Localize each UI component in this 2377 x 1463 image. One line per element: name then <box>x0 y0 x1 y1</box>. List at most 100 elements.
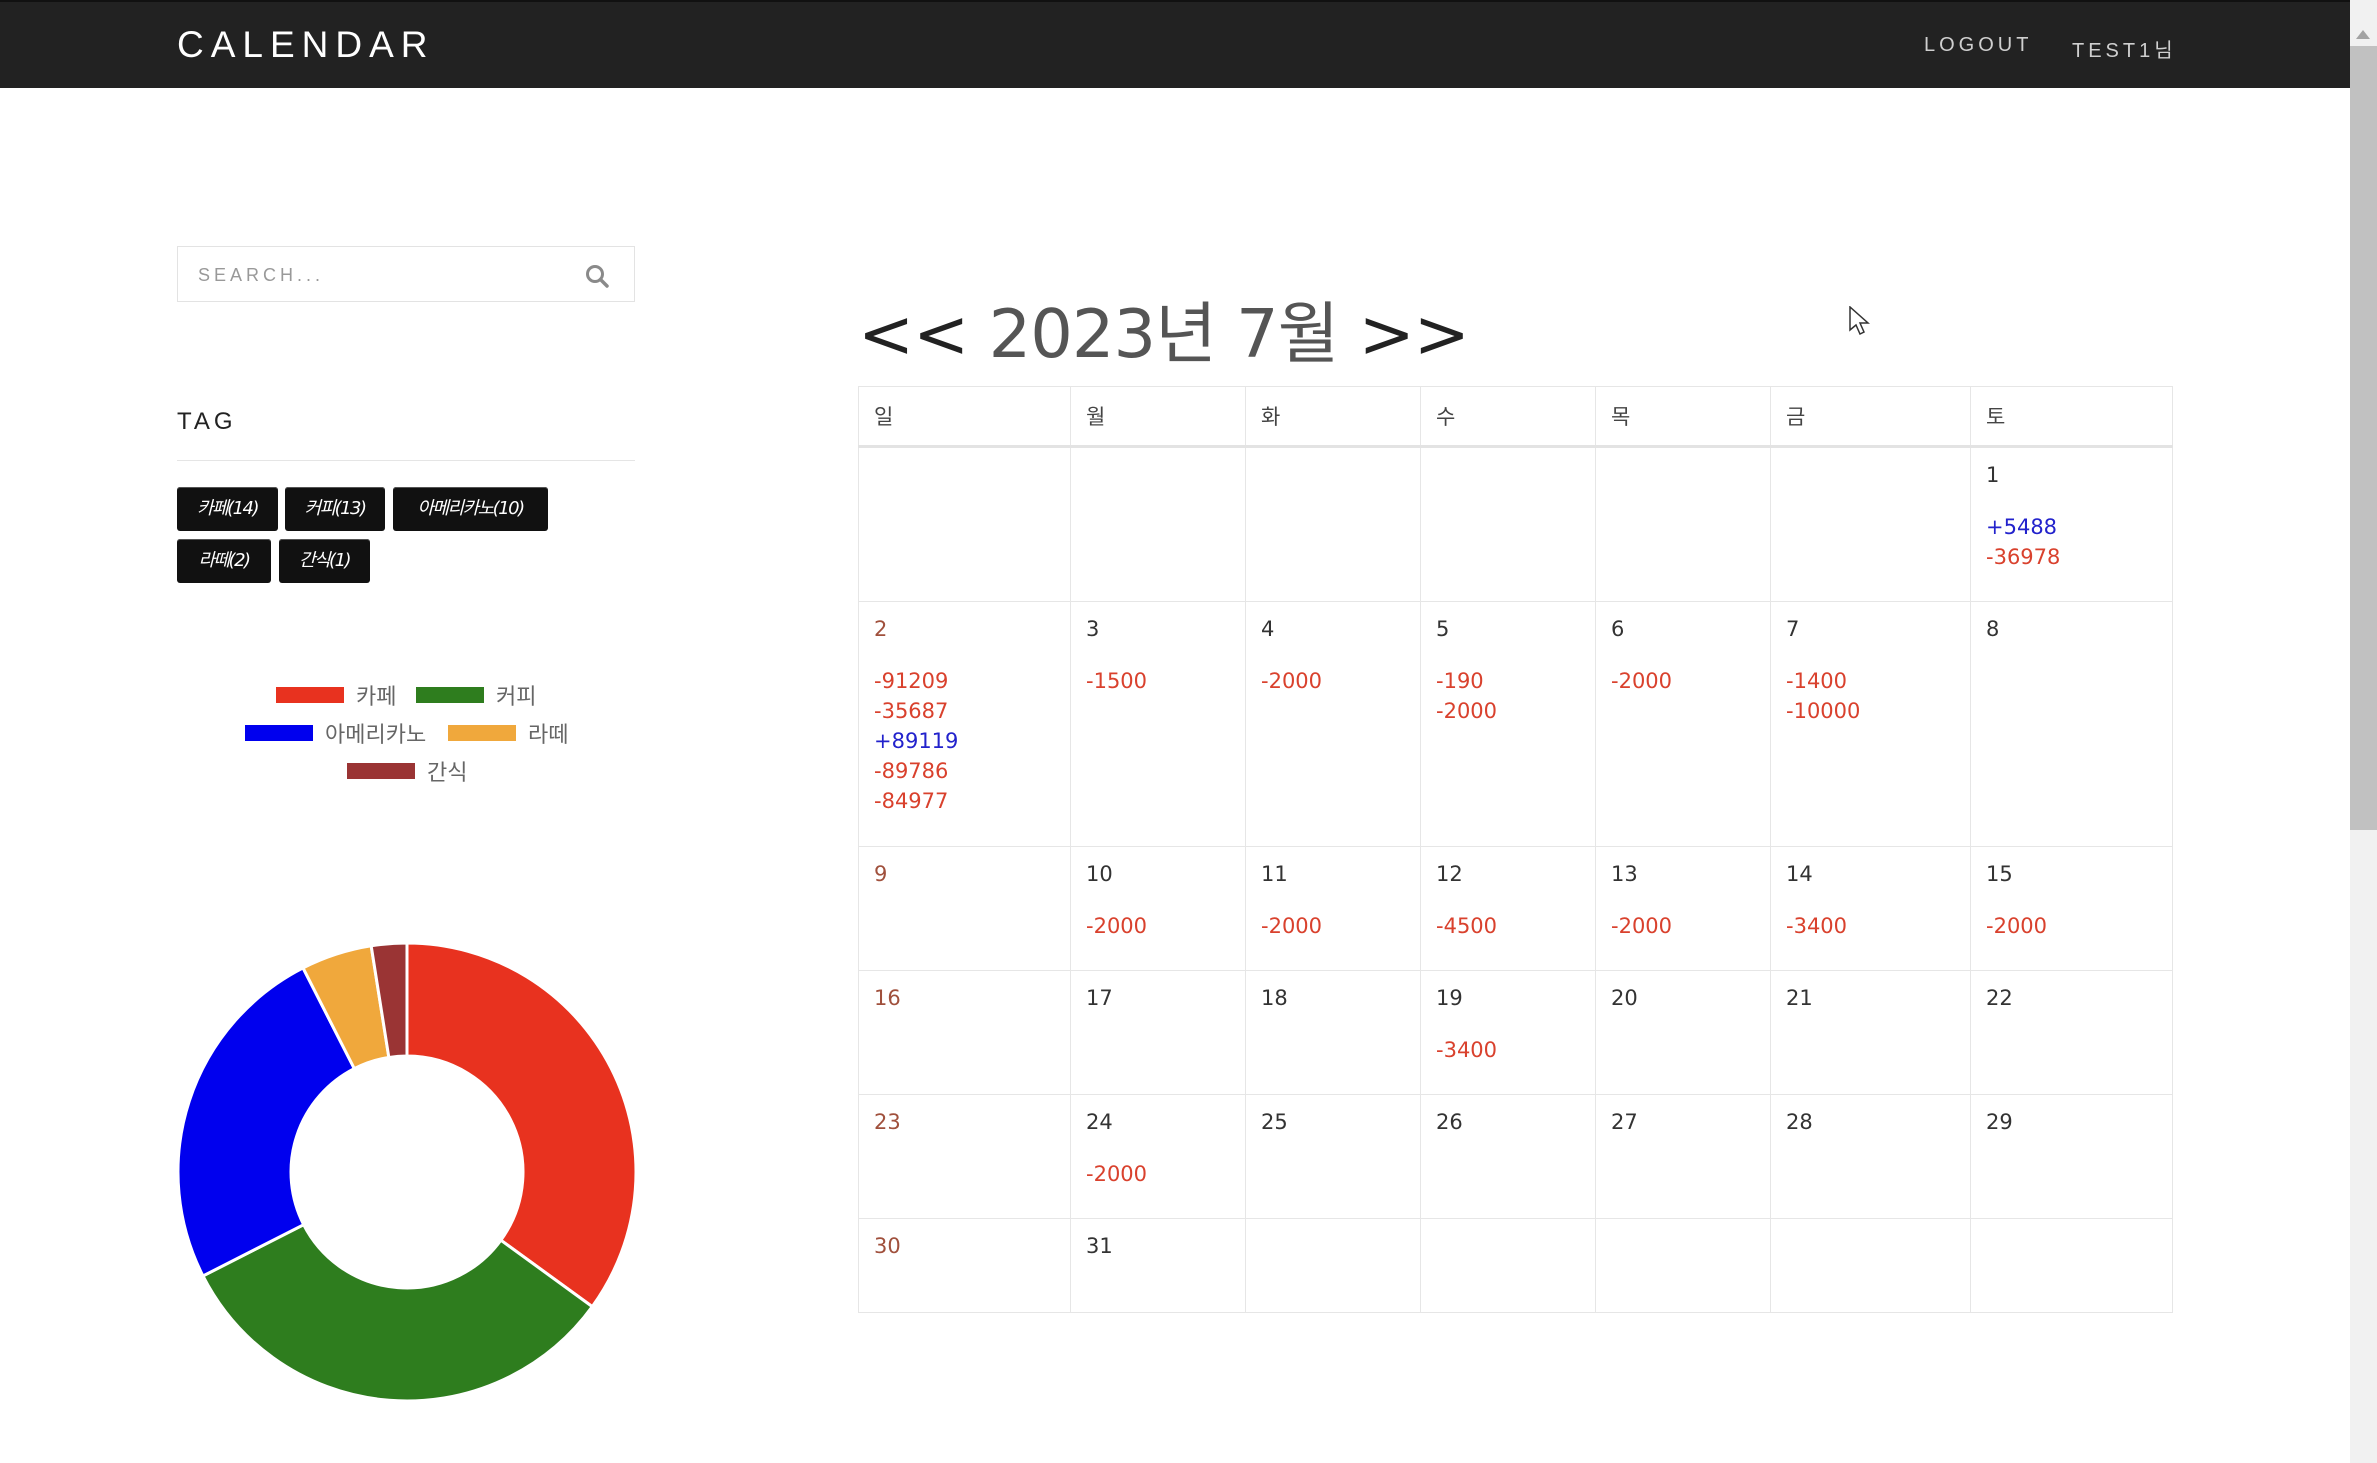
search-input[interactable] <box>196 260 560 290</box>
brand-logo[interactable]: CALENDAR <box>177 24 435 66</box>
expense-entry[interactable]: -1400 <box>1786 666 1970 696</box>
income-entry[interactable]: +5488 <box>1986 512 2172 542</box>
donut-slice-cafe[interactable] <box>405 941 638 1309</box>
calendar-day-cell[interactable]: 13 -2000 <box>1595 846 1771 971</box>
legend-label-latte[interactable]: 라떼 <box>528 717 568 749</box>
calendar-day-cell[interactable]: 10 -2000 <box>1070 846 1246 971</box>
calendar-week-row: 9 10 -2000 11 -2000 12 -4500 13 -2000 14 -3400 15 -2… <box>858 846 2173 971</box>
day-number: 29 <box>1986 1110 2013 1134</box>
calendar-day-cell[interactable]: 3 -1500 <box>1070 601 1246 847</box>
calendar-day-cell <box>1070 446 1246 602</box>
calendar-day-cell[interactable]: 4 -2000 <box>1245 601 1421 847</box>
calendar-day-cell[interactable]: 6 -2000 <box>1595 601 1771 847</box>
tag-americano[interactable]: 아메리카노(10) <box>393 487 548 531</box>
legend-swatch-snack[interactable] <box>347 763 415 779</box>
expense-entry[interactable]: -3400 <box>1786 911 1970 941</box>
day-number: 8 <box>1986 617 2000 641</box>
tag-divider <box>177 460 635 461</box>
expense-entry[interactable]: -3400 <box>1436 1035 1595 1065</box>
day-number: 25 <box>1261 1110 1288 1134</box>
calendar-day-cell[interactable]: 18 <box>1245 970 1421 1095</box>
expense-entry[interactable]: -84977 <box>874 786 1070 816</box>
weekday-header: 토 <box>1970 386 2173 448</box>
calendar-day-cell[interactable]: 2 -91209 -35687 +89119 -89786 -84977 <box>858 601 1071 847</box>
logout-link[interactable]: LOGOUT <box>1924 34 2032 57</box>
calendar-day-cell[interactable]: 25 <box>1245 1094 1421 1219</box>
calendar-day-cell[interactable]: 11 -2000 <box>1245 846 1421 971</box>
user-menu-link[interactable]: TEST1님 <box>2072 34 2177 63</box>
search-icon[interactable] <box>584 263 610 289</box>
day-number: 2 <box>874 617 888 641</box>
calendar-day-cell[interactable]: 14 -3400 <box>1770 846 1971 971</box>
calendar-day-cell[interactable]: 21 <box>1770 970 1971 1095</box>
expense-entry[interactable]: -190 <box>1436 666 1595 696</box>
calendar-day-cell[interactable]: 17 <box>1070 970 1246 1095</box>
calendar-day-cell[interactable]: 20 <box>1595 970 1771 1095</box>
calendar-day-cell[interactable]: 16 <box>858 970 1071 1095</box>
calendar-day-cell[interactable]: 19 -3400 <box>1420 970 1596 1095</box>
prev-month-button[interactable]: << <box>858 295 969 373</box>
day-number: 4 <box>1261 617 1275 641</box>
tag-coffee[interactable]: 커피(13) <box>285 487 385 531</box>
legend-swatch-americano[interactable] <box>245 725 313 741</box>
calendar-day-cell[interactable]: 31 <box>1070 1218 1246 1313</box>
day-number <box>1261 1231 1420 1283</box>
calendar-day-cell <box>1595 1218 1771 1313</box>
day-number <box>1436 460 1595 512</box>
tag-cafe[interactable]: 카페(14) <box>177 487 278 531</box>
calendar-day-cell[interactable]: 7 -1400 -10000 <box>1770 601 1971 847</box>
expense-entry[interactable]: -91209 <box>874 666 1070 696</box>
income-entry[interactable]: +89119 <box>874 726 1070 756</box>
expense-entry[interactable]: -1500 <box>1086 666 1245 696</box>
legend-swatch-cafe[interactable] <box>276 687 344 703</box>
calendar-day-cell[interactable]: 15 -2000 <box>1970 846 2173 971</box>
calendar-day-cell <box>1420 1218 1596 1313</box>
tag-snack[interactable]: 간식(1) <box>279 539 370 583</box>
expense-entry[interactable]: -2000 <box>1261 666 1420 696</box>
expense-entry[interactable]: -2000 <box>1611 911 1770 941</box>
calendar-day-cell[interactable]: 26 <box>1420 1094 1596 1219</box>
calendar-week-row: 23 24 -2000 25 26 27 28 29 <box>858 1094 2173 1219</box>
calendar-day-cell[interactable]: 30 <box>858 1218 1071 1313</box>
legend-label-snack[interactable]: 간식 <box>427 755 467 787</box>
calendar-day-cell[interactable]: 5 -190 -2000 <box>1420 601 1596 847</box>
legend-label-coffee[interactable]: 커피 <box>496 679 536 711</box>
tag-latte[interactable]: 라떼(2) <box>177 539 271 583</box>
weekday-header: 월 <box>1070 386 1246 448</box>
legend-swatch-coffee[interactable] <box>416 687 484 703</box>
expense-entry[interactable]: -36978 <box>1986 542 2172 572</box>
calendar-day-cell[interactable]: 29 <box>1970 1094 2173 1219</box>
expense-entry[interactable]: -10000 <box>1786 696 1970 726</box>
expense-entry[interactable]: -2000 <box>1986 911 2172 941</box>
legend-label-cafe[interactable]: 카페 <box>356 679 396 711</box>
calendar-week-row: 16 17 18 19 -3400 20 21 22 <box>858 970 2173 1095</box>
calendar-day-cell[interactable]: 22 <box>1970 970 2173 1095</box>
expense-entry[interactable]: -2000 <box>1086 911 1245 941</box>
calendar-day-cell[interactable]: 27 <box>1595 1094 1771 1219</box>
expense-entry[interactable]: -4500 <box>1436 911 1595 941</box>
calendar-day-cell[interactable]: 23 <box>858 1094 1071 1219</box>
calendar-day-cell[interactable]: 24 -2000 <box>1070 1094 1246 1219</box>
scroll-up-arrow-icon[interactable] <box>2356 30 2370 39</box>
calendar-day-cell[interactable]: 9 <box>858 846 1071 971</box>
expense-entry[interactable]: -2000 <box>1611 666 1770 696</box>
calendar-day-cell[interactable]: 8 <box>1970 601 2173 847</box>
expense-entry[interactable]: -2000 <box>1086 1159 1245 1189</box>
expense-entry[interactable]: -89786 <box>874 756 1070 786</box>
legend-label-americano[interactable]: 아메리카노 <box>325 717 426 749</box>
day-number: 26 <box>1436 1110 1463 1134</box>
expense-entry[interactable]: -35687 <box>874 696 1070 726</box>
top-navbar: CALENDAR LOGOUT TEST1님 <box>0 0 2350 88</box>
next-month-button[interactable]: >> <box>1359 295 1470 373</box>
expense-entry[interactable]: -2000 <box>1261 911 1420 941</box>
day-number <box>1436 1231 1595 1283</box>
calendar-day-cell[interactable]: 12 -4500 <box>1420 846 1596 971</box>
calendar-day-cell[interactable]: 28 <box>1770 1094 1971 1219</box>
day-number: 13 <box>1611 862 1638 886</box>
day-number: 12 <box>1436 862 1463 886</box>
legend-swatch-latte[interactable] <box>448 725 516 741</box>
calendar-day-cell[interactable]: 1 +5488 -36978 <box>1970 446 2173 602</box>
expense-entry[interactable]: -2000 <box>1436 696 1595 726</box>
calendar-day-cell <box>1245 446 1421 602</box>
scrollbar-thumb[interactable] <box>2350 46 2377 830</box>
